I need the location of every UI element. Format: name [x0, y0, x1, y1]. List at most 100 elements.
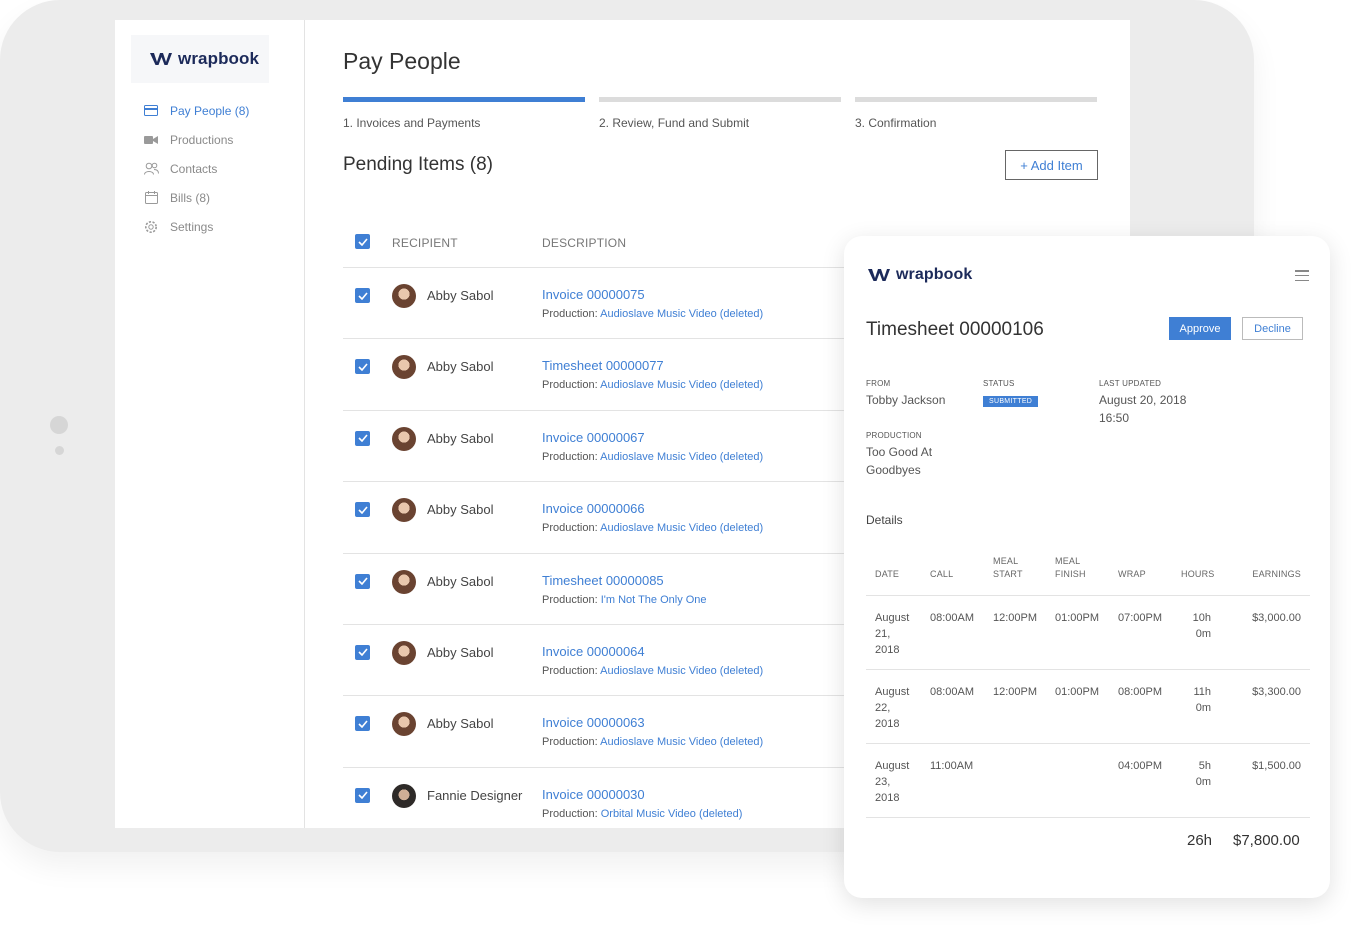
row-checkbox[interactable] — [355, 502, 370, 518]
wrap-cell: 08:00PM — [1118, 686, 1163, 698]
brand-logo[interactable]: wrapbook — [868, 266, 972, 284]
item-link[interactable]: Invoice 00000075 — [542, 287, 645, 302]
sidebar: wrapbook Pay People (8) Productions Cont… — [115, 20, 305, 828]
item-link[interactable]: Invoice 00000066 — [542, 501, 645, 516]
pending-items-title: Pending Items (8) — [343, 154, 493, 175]
check-icon — [357, 720, 368, 728]
date-cell: August 21, 2018 — [875, 610, 909, 658]
sidebar-item-bills[interactable]: Bills (8) — [143, 183, 293, 212]
production-info: Production: Audioslave Music Video (dele… — [542, 308, 763, 320]
check-icon — [357, 791, 368, 800]
production-label: Production: — [542, 664, 598, 677]
brand-logo[interactable]: wrapbook — [131, 35, 269, 83]
meal-finish-cell: 01:00PM — [1055, 612, 1100, 624]
row-checkbox[interactable] — [355, 288, 370, 303]
item-link[interactable]: Invoice 00000063 — [542, 715, 645, 730]
column-header-description[interactable]: DESCRIPTION — [542, 236, 626, 250]
timesheet-card: wrapbook Timesheet 00000106 Approve Decl… — [844, 236, 1330, 898]
hours-cell: 10h 0m — [1181, 610, 1211, 642]
add-item-button[interactable]: + Add Item — [1005, 150, 1098, 180]
decline-button[interactable]: Decline — [1242, 317, 1303, 340]
date-line: 2018 — [875, 792, 900, 804]
sidebar-item-settings[interactable]: Settings — [143, 212, 293, 241]
item-link[interactable]: Timesheet 00000077 — [542, 358, 664, 373]
row-checkbox[interactable] — [355, 573, 370, 589]
wrap-cell: 07:00PM — [1118, 612, 1163, 624]
production-label: Production: — [542, 450, 598, 463]
production-link[interactable]: I'm Not The Only One — [601, 594, 707, 606]
total-earnings: $7,800.00 — [1233, 832, 1300, 849]
step-confirmation[interactable]: 3. Confirmation — [855, 97, 1097, 130]
column-header-recipient[interactable]: RECIPIENT — [392, 236, 458, 250]
tablet-camera — [50, 416, 68, 434]
date-line: August — [875, 612, 910, 624]
avatar — [392, 783, 416, 808]
production-link[interactable]: Audioslave Music Video (deleted) — [600, 665, 763, 677]
item-link[interactable]: Invoice 00000064 — [542, 644, 645, 659]
details-heading: Details — [866, 513, 903, 527]
sidebar-nav: Pay People (8) Productions Contacts Bill… — [143, 96, 293, 241]
sidebar-item-contacts[interactable]: Contacts — [143, 154, 293, 183]
hamburger-menu-icon[interactable] — [1295, 270, 1309, 281]
row-checkbox[interactable] — [355, 787, 370, 803]
meal-start-cell: 12:00PM — [993, 612, 1038, 624]
wrapbook-logo-icon — [150, 53, 172, 65]
row-checkbox[interactable] — [355, 359, 370, 375]
sidebar-item-label: Productions — [170, 132, 234, 147]
sidebar-item-productions[interactable]: Productions — [143, 125, 293, 154]
header-line: FINISH — [1055, 569, 1086, 579]
production-info: Production: I'm Not The Only One — [542, 594, 707, 606]
last-updated-label: LAST UPDATED — [1099, 379, 1162, 388]
column-header-meal-start: MEAL START — [993, 555, 1023, 581]
sidebar-item-pay-people[interactable]: Pay People (8) — [143, 96, 293, 125]
production-link[interactable]: Audioslave Music Video (deleted) — [600, 379, 763, 391]
recipient-name: Fannie Designer — [427, 787, 523, 803]
earnings-cell: $3,000.00 — [1252, 612, 1301, 624]
production-info: Production: Audioslave Music Video (dele… — [542, 522, 763, 534]
production-link[interactable]: Audioslave Music Video (deleted) — [600, 522, 763, 534]
hours-line: 11h — [1193, 686, 1211, 698]
timesheet-title: Timesheet 00000106 — [866, 319, 1044, 340]
row-checkbox[interactable] — [355, 430, 370, 446]
details-table-body: August 21, 2018 08:00AM 12:00PM 01:00PM 07… — [866, 596, 1310, 818]
check-icon — [357, 506, 368, 514]
last-updated-time: 16:50 — [1099, 411, 1130, 425]
hours-line: 5h 0m — [1195, 760, 1211, 788]
item-link[interactable]: Timesheet 00000085 — [542, 573, 664, 588]
column-header-wrap: WRAP — [1118, 569, 1146, 579]
production-info: Production: Audioslave Music Video (dele… — [542, 451, 763, 463]
production-label: Production: — [542, 308, 598, 320]
meal-start-cell: 12:00PM — [993, 686, 1038, 698]
production-link[interactable]: Audioslave Music Video (deleted) — [600, 736, 763, 748]
production-link[interactable]: Audioslave Music Video (deleted) — [600, 451, 763, 463]
hours-cell: 5h 0m — [1181, 758, 1211, 790]
approve-button[interactable]: Approve — [1169, 317, 1231, 340]
hours-line: 0m — [1195, 628, 1211, 640]
select-all-checkbox[interactable] — [355, 234, 370, 249]
call-cell: 08:00AM — [930, 612, 975, 624]
row-checkbox[interactable] — [355, 644, 370, 660]
step-bar — [343, 97, 585, 102]
production-link[interactable]: Orbital Music Video (deleted) — [601, 808, 743, 820]
production-info: Production: Audioslave Music Video (dele… — [542, 665, 763, 677]
status-label: STATUS — [983, 379, 1015, 388]
recipient-name: Abby Sabol — [427, 359, 494, 375]
column-header-date: DATE — [875, 569, 900, 579]
item-link[interactable]: Invoice 00000030 — [542, 787, 645, 802]
step-review-fund-submit[interactable]: 2. Review, Fund and Submit — [599, 97, 841, 130]
check-icon — [357, 237, 368, 246]
row-checkbox[interactable] — [355, 716, 370, 732]
production-label: Production: — [542, 736, 598, 749]
production-label: Production: — [542, 593, 598, 606]
step-bar — [855, 97, 1097, 102]
sidebar-item-label: Settings — [170, 219, 214, 234]
step-invoices-payments[interactable]: 1. Invoices and Payments — [343, 97, 585, 130]
header-line: START — [993, 569, 1023, 579]
avatar — [392, 355, 416, 380]
date-cell: August 23, 2018 — [875, 758, 909, 806]
production-info: Production: Audioslave Music Video (dele… — [542, 736, 763, 748]
page-title: Pay People — [343, 48, 461, 74]
production-info: Production: Audioslave Music Video (dele… — [542, 379, 763, 391]
item-link[interactable]: Invoice 00000067 — [542, 430, 645, 445]
production-link[interactable]: Audioslave Music Video (deleted) — [600, 308, 763, 320]
